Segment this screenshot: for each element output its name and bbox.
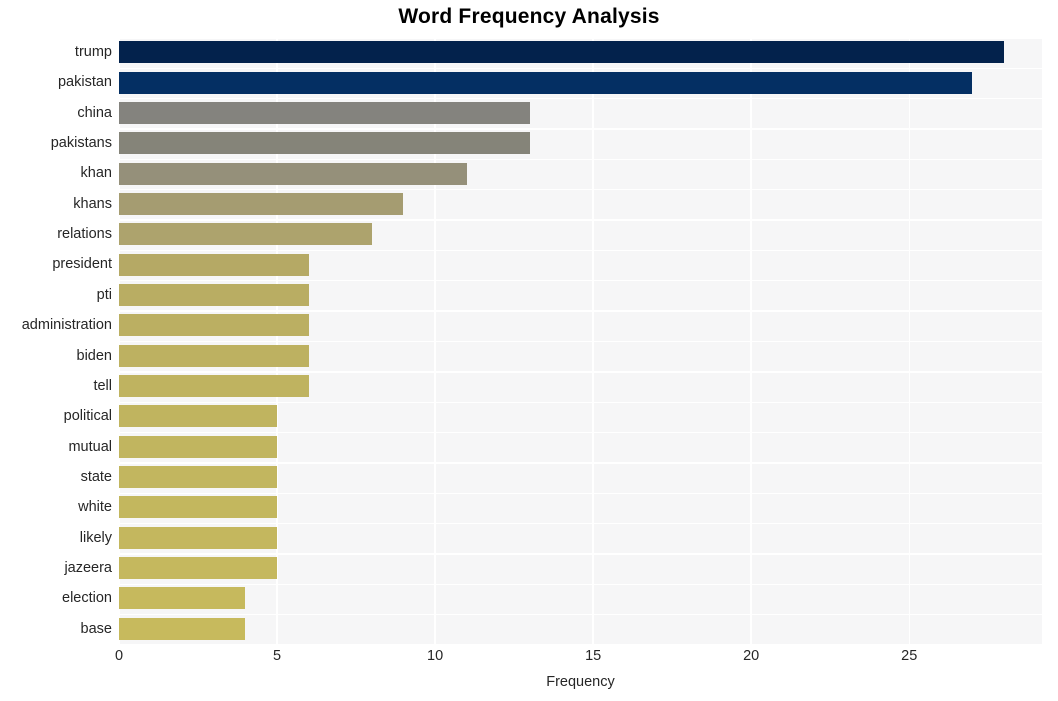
bar[interactable] bbox=[119, 557, 278, 580]
bar-row bbox=[119, 190, 1042, 218]
page-title: Word Frequency Analysis bbox=[398, 5, 660, 28]
bar[interactable] bbox=[119, 283, 309, 306]
y-axis-tick-label: election bbox=[62, 590, 112, 607]
y-axis-tick-label: president bbox=[52, 256, 112, 273]
y-axis-tick-label: tell bbox=[93, 377, 112, 394]
bar[interactable] bbox=[119, 223, 372, 246]
y-axis-tick-label: likely bbox=[79, 529, 112, 546]
bar[interactable] bbox=[119, 71, 973, 94]
bar-row bbox=[119, 38, 1042, 66]
x-axis-tick-label: 20 bbox=[743, 648, 760, 664]
y-axis-tick-label: khans bbox=[73, 195, 112, 212]
bar-row bbox=[119, 250, 1042, 278]
y-axis-tick-label: mutual bbox=[68, 438, 112, 455]
y-axis-tick-label: pti bbox=[96, 286, 112, 303]
bar[interactable] bbox=[119, 101, 530, 124]
bar-row bbox=[119, 493, 1042, 521]
bar[interactable] bbox=[119, 253, 309, 276]
bar[interactable] bbox=[119, 405, 278, 428]
y-axis-tick-label: white bbox=[78, 499, 112, 516]
x-axis-tick-label: 10 bbox=[427, 648, 444, 664]
y-axis-tick-label: political bbox=[63, 408, 112, 425]
y-axis-tick-label: khan bbox=[80, 165, 112, 182]
bar-row bbox=[119, 584, 1042, 612]
bar-row bbox=[119, 554, 1042, 582]
y-axis-tick-label: trump bbox=[74, 44, 112, 60]
y-axis-tick-label: pakistans bbox=[50, 135, 112, 152]
bar-row bbox=[119, 281, 1042, 309]
bar[interactable] bbox=[119, 435, 278, 458]
bar-row bbox=[119, 463, 1042, 491]
bar[interactable] bbox=[119, 132, 530, 155]
bar[interactable] bbox=[119, 466, 278, 489]
y-axis-tick-labels: trump pakistan china pakistans khan khans rela… bbox=[0, 38, 112, 645]
bar-row bbox=[119, 372, 1042, 400]
chart-figure: Word Frequency Analysis trump pakistan chi… bbox=[0, 0, 1058, 701]
bar-row bbox=[119, 129, 1042, 157]
bar[interactable] bbox=[119, 344, 309, 367]
bar-row bbox=[119, 342, 1042, 370]
x-axis-tick-labels: 0 5 10 15 20 25 bbox=[0, 648, 1058, 672]
bar[interactable] bbox=[119, 587, 246, 610]
bar[interactable] bbox=[119, 617, 246, 640]
bar-row bbox=[119, 68, 1042, 96]
bar-row bbox=[119, 615, 1042, 643]
y-axis-tick-label: jazeera bbox=[64, 559, 112, 576]
bar[interactable] bbox=[119, 526, 278, 549]
x-axis-tick-label: 25 bbox=[901, 648, 918, 664]
plot-area bbox=[118, 37, 1042, 646]
x-axis-title: Frequency bbox=[546, 674, 615, 690]
bar-row bbox=[119, 524, 1042, 552]
bar[interactable] bbox=[119, 162, 467, 185]
bar-row bbox=[119, 220, 1042, 248]
bar-row bbox=[119, 99, 1042, 127]
x-axis-tick-label: 0 bbox=[114, 648, 124, 664]
y-axis-tick-label: biden bbox=[76, 347, 112, 364]
bar[interactable] bbox=[119, 314, 309, 337]
bar-row bbox=[119, 159, 1042, 187]
bar-row bbox=[119, 311, 1042, 339]
bar[interactable] bbox=[119, 41, 1005, 64]
bar[interactable] bbox=[119, 496, 278, 519]
bar[interactable] bbox=[119, 375, 309, 398]
x-axis-tick-label: 5 bbox=[273, 648, 282, 664]
bar[interactable] bbox=[119, 192, 404, 215]
y-axis-tick-label: pakistan bbox=[57, 74, 112, 91]
y-axis-tick-label: state bbox=[80, 468, 112, 485]
y-axis-tick-label: china bbox=[77, 104, 112, 121]
bar-row bbox=[119, 402, 1042, 430]
y-axis-tick-label: relations bbox=[57, 226, 112, 243]
bar-row bbox=[119, 433, 1042, 461]
y-axis-tick-label: administration bbox=[21, 317, 112, 334]
bar-series bbox=[119, 38, 1042, 645]
y-axis-tick-label: base bbox=[80, 620, 112, 637]
x-axis-tick-label: 15 bbox=[585, 648, 602, 664]
